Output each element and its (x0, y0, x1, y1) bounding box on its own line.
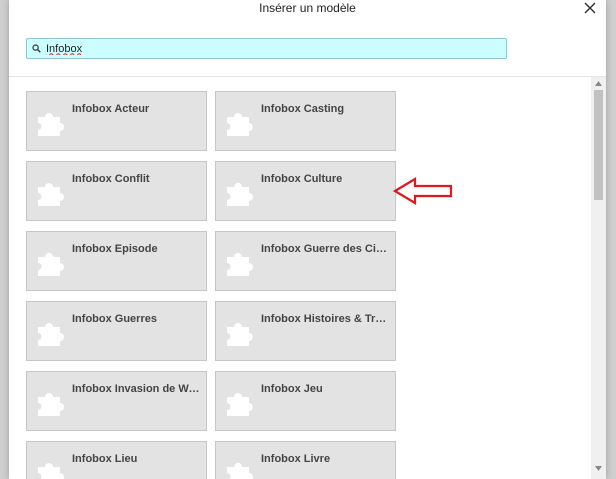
insert-template-dialog: Insérer un modèle Infobox Acte (9, 0, 606, 479)
close-icon (584, 2, 596, 14)
puzzle-piece-icon (38, 253, 64, 276)
search-input[interactable] (46, 39, 486, 58)
search-icon (32, 44, 41, 53)
puzzle-piece-icon (38, 393, 64, 416)
template-tile[interactable]: Infobox Culture (215, 161, 396, 221)
template-label: Infobox Jeu (261, 383, 323, 395)
template-tile[interactable]: Infobox Conflit (26, 161, 207, 221)
scroll-up-arrow-icon[interactable] (594, 80, 603, 87)
template-label: Infobox Livre (261, 453, 331, 465)
scrollbar-thumb[interactable] (594, 90, 603, 200)
template-tile[interactable]: Infobox Episode (26, 231, 207, 291)
template-tile[interactable]: Infobox Histoires & Tradi... (215, 301, 396, 361)
puzzle-piece-icon (227, 253, 253, 276)
search-box[interactable] (26, 38, 507, 59)
template-label: Infobox Acteur (72, 103, 150, 115)
template-tile[interactable]: Infobox Guerre des Cinq... (215, 231, 396, 291)
background-left-edge (0, 0, 9, 479)
template-label: Infobox Episode (72, 243, 158, 255)
template-grid: Infobox Acteur Infobox Casting Infobox Con… (9, 77, 606, 479)
puzzle-piece-icon (227, 323, 253, 346)
template-label: Infobox Histoires & Tradi... (261, 313, 389, 325)
template-tile[interactable]: Infobox Livre (215, 441, 396, 479)
search-area (9, 24, 606, 77)
template-label: Infobox Guerre des Cinq... (261, 243, 389, 255)
dialog-title: Insérer un modèle (259, 1, 356, 15)
puzzle-piece-icon (227, 113, 253, 136)
scroll-down-arrow-icon[interactable] (594, 465, 603, 472)
puzzle-piece-icon (38, 323, 64, 346)
puzzle-piece-icon (227, 393, 253, 416)
puzzle-piece-icon (38, 183, 64, 206)
template-tile[interactable]: Infobox Invasion de Wes... (26, 371, 207, 431)
close-button[interactable] (582, 0, 598, 17)
template-label: Infobox Guerres (72, 313, 157, 325)
template-tile[interactable]: Infobox Casting (215, 91, 396, 151)
puzzle-piece-icon (227, 463, 253, 479)
template-label: Infobox Conflit (72, 173, 150, 185)
dialog-header: Insérer un modèle (9, 0, 606, 25)
red-arrow-annotation-icon (393, 177, 453, 205)
puzzle-piece-icon (227, 183, 253, 206)
template-label: Infobox Casting (261, 103, 345, 115)
template-label: Infobox Lieu (72, 453, 138, 465)
template-label: Infobox Culture (261, 173, 343, 185)
template-label: Infobox Invasion de Wes... (72, 383, 200, 395)
puzzle-piece-icon (38, 463, 64, 479)
template-tile[interactable]: Infobox Jeu (215, 371, 396, 431)
background-right-edge (606, 0, 616, 479)
template-tile[interactable]: Infobox Guerres (26, 301, 207, 361)
template-tile[interactable]: Infobox Acteur (26, 91, 207, 151)
vertical-scrollbar[interactable] (591, 77, 606, 479)
template-tile[interactable]: Infobox Lieu (26, 441, 207, 479)
puzzle-piece-icon (38, 113, 64, 136)
